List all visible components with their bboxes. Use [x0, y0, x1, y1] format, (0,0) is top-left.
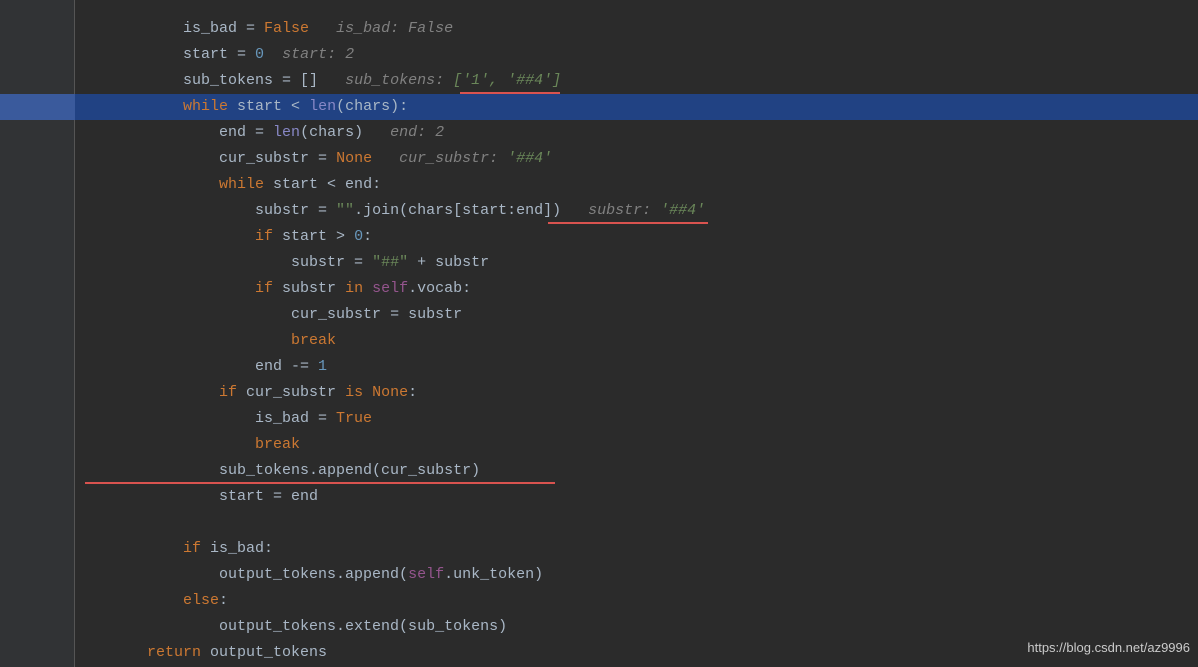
code-editor[interactable]: is_bad = False is_bad: False start = 0 s…	[75, 0, 1198, 667]
code-line[interactable]: is_bad = True	[75, 406, 1198, 432]
code-line[interactable]: if substr in self.vocab:	[75, 276, 1198, 302]
code-line-current[interactable]: while start < len(chars):	[75, 94, 1198, 120]
inline-debug-hint: end: 2	[363, 124, 444, 141]
code-line[interactable]: start = end	[75, 484, 1198, 510]
code-line[interactable]: sub_tokens = [] sub_tokens: ['1', '##4']	[75, 68, 1198, 94]
annotation-underline	[548, 222, 708, 224]
code-line[interactable]: break	[75, 328, 1198, 354]
annotation-underline	[460, 92, 560, 94]
code-line[interactable]: break	[75, 432, 1198, 458]
inline-debug-hint: is_bad: False	[309, 20, 453, 37]
code-line[interactable]: start = 0 start: 2	[75, 42, 1198, 68]
inline-debug-hint: sub_tokens: ['1', '##4']	[318, 72, 561, 89]
inline-debug-hint: start: 2	[264, 46, 354, 63]
code-line[interactable]: sub_tokens.append(cur_substr)	[75, 458, 1198, 484]
watermark-text: https://blog.csdn.net/az9996	[1027, 635, 1190, 661]
current-line-gutter	[0, 94, 75, 120]
annotation-underline	[85, 482, 555, 484]
code-line[interactable]: else:	[75, 588, 1198, 614]
code-line[interactable]: output_tokens.append(self.unk_token)	[75, 562, 1198, 588]
code-line[interactable]: substr = "".join(chars[start:end]) subst…	[75, 198, 1198, 224]
code-line[interactable]: if is_bad:	[75, 536, 1198, 562]
code-line[interactable]: if start > 0:	[75, 224, 1198, 250]
code-line[interactable]: is_bad = False is_bad: False	[75, 16, 1198, 42]
inline-debug-hint: substr: '##4'	[561, 202, 705, 219]
code-line[interactable]: while start < end:	[75, 172, 1198, 198]
code-line[interactable]: substr = "##" + substr	[75, 250, 1198, 276]
code-line[interactable]: cur_substr = substr	[75, 302, 1198, 328]
inline-debug-hint: cur_substr: '##4'	[372, 150, 552, 167]
code-line[interactable]: end -= 1	[75, 354, 1198, 380]
code-line[interactable]: end = len(chars) end: 2	[75, 120, 1198, 146]
code-line-blank[interactable]	[75, 510, 1198, 536]
code-line[interactable]: cur_substr = None cur_substr: '##4'	[75, 146, 1198, 172]
code-line[interactable]: if cur_substr is None:	[75, 380, 1198, 406]
